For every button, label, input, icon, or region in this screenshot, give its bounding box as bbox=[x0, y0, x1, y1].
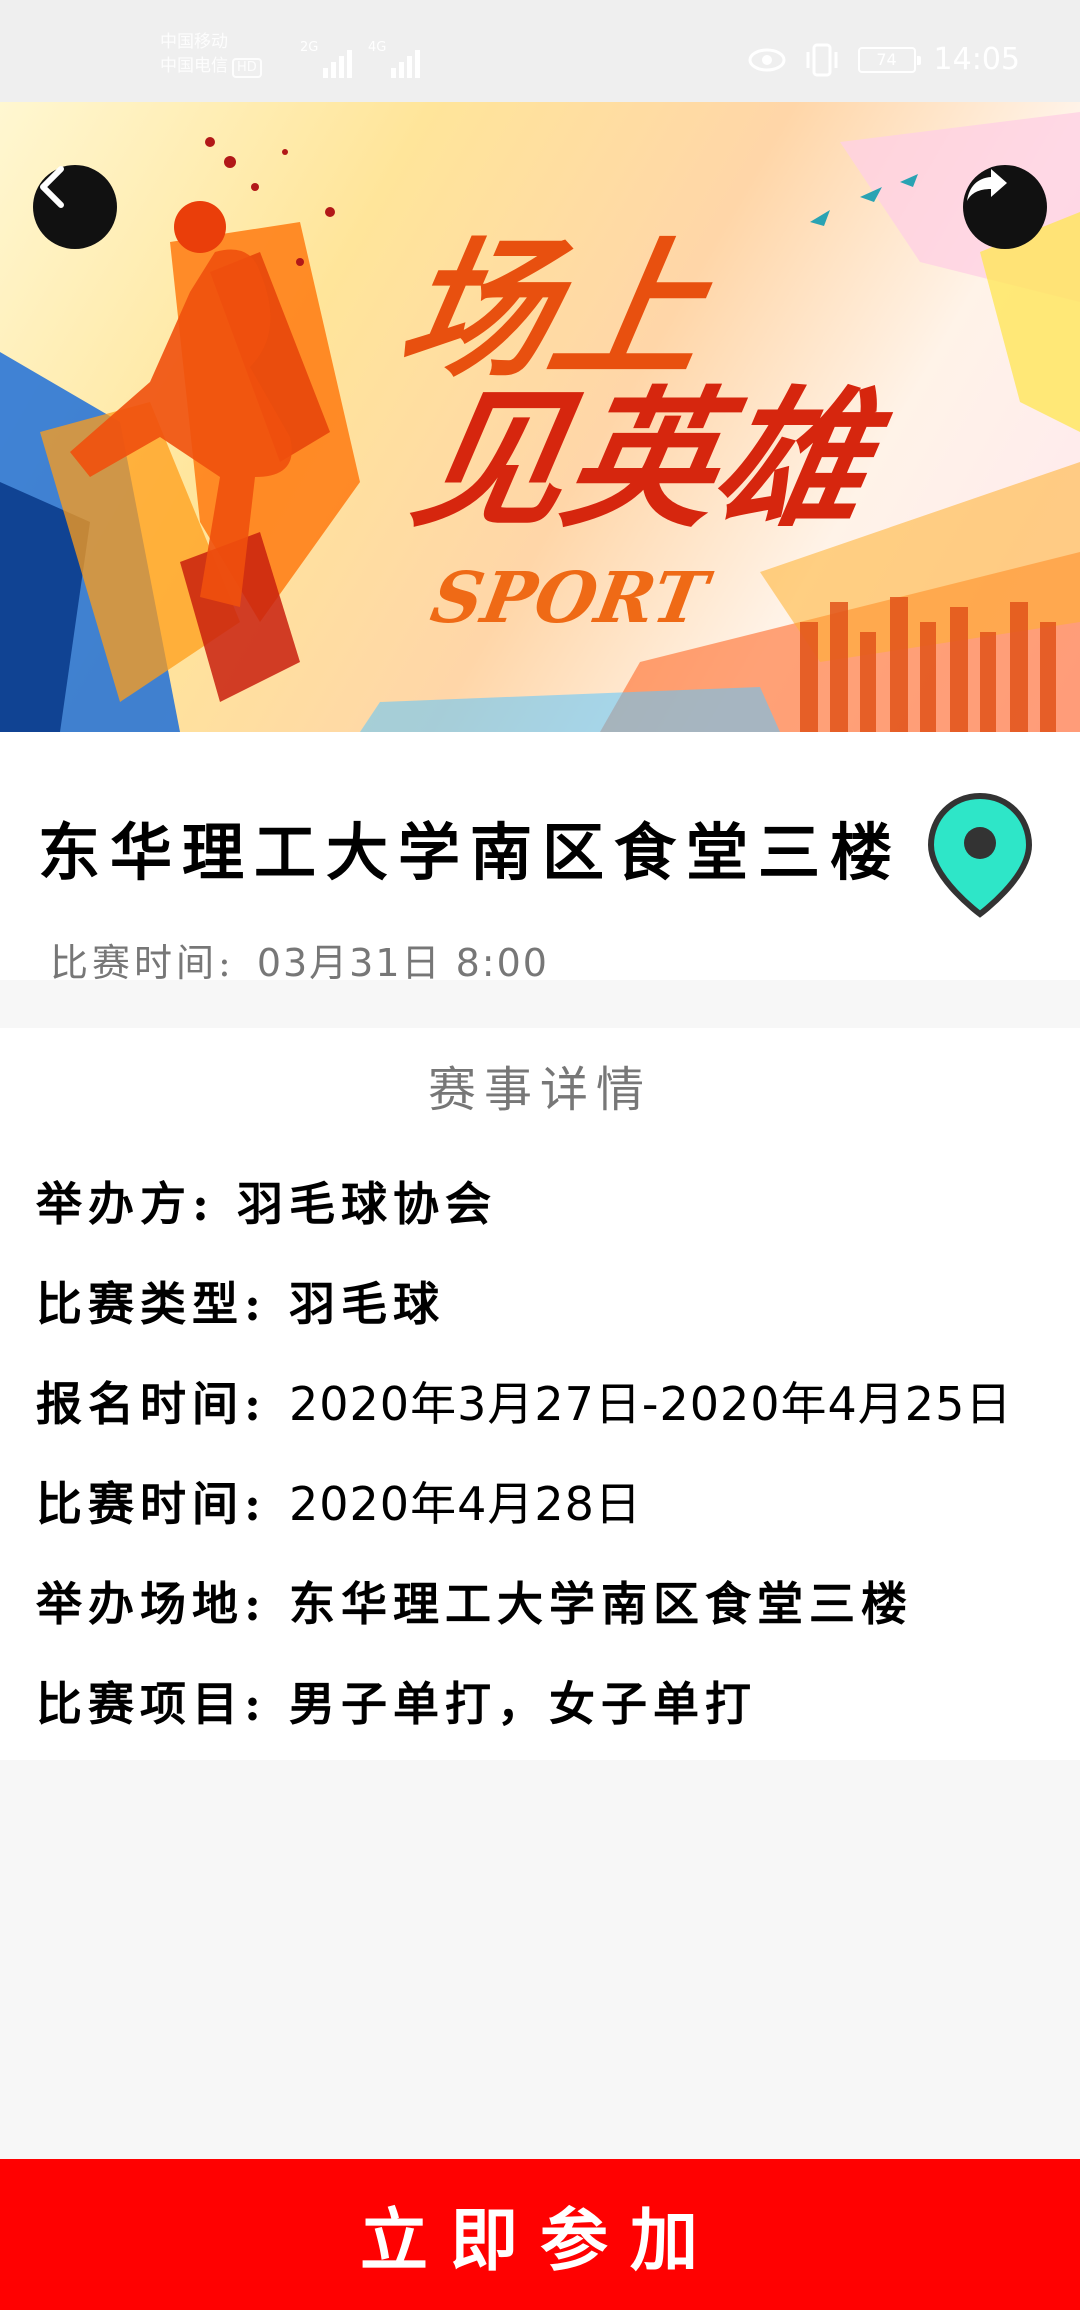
chevron-left-icon bbox=[40, 166, 64, 208]
signup-row: 报名时间: 2020年3月27日-2020年4月25日 bbox=[36, 1368, 1012, 1434]
banner-subtitle: SPORT bbox=[425, 557, 717, 639]
events-row: 比赛项目: 男子单打，女子单打 bbox=[36, 1668, 757, 1734]
organizer-value: 羽毛球协会 bbox=[237, 1177, 497, 1231]
location-pin-icon[interactable] bbox=[925, 790, 1035, 924]
signal-icon: 2G bbox=[300, 40, 353, 78]
event-details-card: 赛事详情 举办方: 羽毛球协会 比赛类型: 羽毛球 报名时间: 2020年3月2… bbox=[0, 1028, 1080, 1760]
carrier-1: 中国移动 bbox=[160, 32, 228, 52]
type-label: 比赛类型: bbox=[36, 1277, 267, 1331]
match-time: 比赛时间: 03月31日 8:00 bbox=[50, 932, 549, 987]
venue-row: 举办场地: 东华理工大学南区食堂三楼 bbox=[36, 1568, 913, 1634]
share-button[interactable] bbox=[963, 165, 1047, 249]
join-now-button[interactable]: 立即参加 bbox=[0, 2159, 1080, 2310]
event-info-card: 东华理工大学南区食堂三楼 比赛时间: 03月31日 8:00 bbox=[0, 732, 1080, 985]
status-bar: 中国移动 中国电信 HD 2G 4G 74 14:05 bbox=[0, 0, 1080, 102]
organizer-row: 举办方: 羽毛球协会 bbox=[36, 1168, 497, 1234]
date-value: 2020年4月28日 bbox=[289, 1477, 642, 1531]
event-banner: 场上 见英雄 SPORT bbox=[0, 102, 1080, 732]
network-type-1: 2G bbox=[300, 40, 319, 55]
share-arrow-icon bbox=[967, 169, 1007, 201]
events-value: 男子单打，女子单打 bbox=[289, 1677, 757, 1731]
carrier-2: 中国电信 bbox=[160, 56, 228, 76]
venue-label: 举办场地: bbox=[36, 1577, 267, 1631]
network-type-2: 4G bbox=[368, 40, 387, 55]
battery-icon: 74 bbox=[857, 46, 921, 73]
carrier-info: 中国移动 中国电信 HD bbox=[160, 30, 262, 78]
events-label: 比赛项目: bbox=[36, 1677, 267, 1731]
banner-artwork: 场上 见英雄 SPORT bbox=[0, 112, 1080, 732]
status-icons: 74 14:05 bbox=[748, 42, 1020, 77]
date-label: 比赛时间: bbox=[36, 1477, 267, 1531]
type-row: 比赛类型: 羽毛球 bbox=[36, 1268, 445, 1334]
venue-title: 东华理工大学南区食堂三楼 bbox=[38, 816, 903, 889]
venue-value: 东华理工大学南区食堂三楼 bbox=[289, 1577, 913, 1631]
match-time-value: 03月31日 8:00 bbox=[256, 941, 549, 985]
organizer-label: 举办方: bbox=[36, 1177, 215, 1231]
signal-icon: 4G bbox=[368, 40, 421, 78]
clock: 14:05 bbox=[933, 42, 1020, 77]
eye-icon bbox=[748, 48, 786, 71]
match-time-label: 比赛时间: bbox=[50, 941, 235, 985]
banner-title-line-2: 见英雄 bbox=[401, 371, 901, 548]
type-value: 羽毛球 bbox=[289, 1277, 445, 1331]
details-heading: 赛事详情 bbox=[427, 1062, 652, 1118]
signup-value: 2020年3月27日-2020年4月25日 bbox=[289, 1377, 1013, 1431]
vibrate-icon bbox=[806, 43, 838, 76]
date-row: 比赛时间: 2020年4月28日 bbox=[36, 1468, 642, 1534]
back-button[interactable] bbox=[33, 165, 117, 249]
hd-badge: HD bbox=[232, 58, 262, 78]
signup-label: 报名时间: bbox=[36, 1377, 267, 1431]
